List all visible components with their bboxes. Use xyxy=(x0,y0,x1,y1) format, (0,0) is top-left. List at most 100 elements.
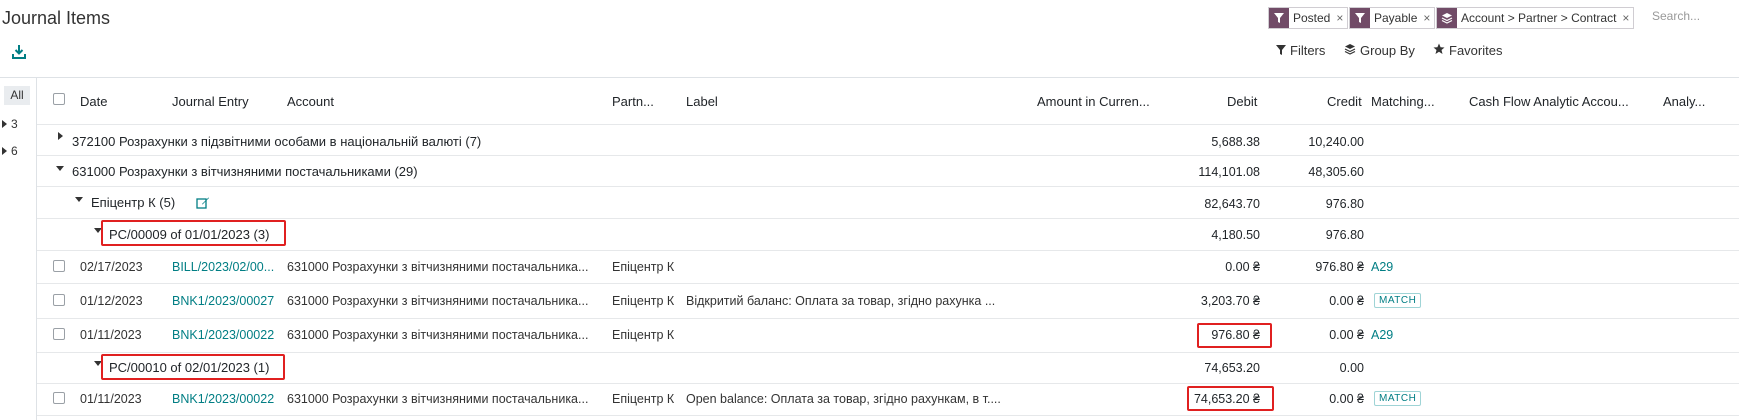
column-header-date[interactable]: Date xyxy=(80,94,107,109)
row-journal-entry-link[interactable]: BNK1/2023/00022 xyxy=(172,392,274,406)
group-by-label: Group By xyxy=(1360,43,1415,58)
header-divider xyxy=(0,77,1739,78)
row-checkbox[interactable] xyxy=(53,260,65,272)
row-account: 631000 Розрахунки з вітчизняними постача… xyxy=(287,260,589,274)
sidebar-panel: All 3 6 xyxy=(0,78,37,420)
row-divider xyxy=(37,352,1739,353)
group-row-label[interactable]: PC/00009 of 01/01/2023 (3) xyxy=(109,227,269,242)
row-partner: Епіцентр К xyxy=(612,328,675,342)
star-icon xyxy=(1433,43,1445,58)
sidebar-item-label: 6 xyxy=(11,144,18,158)
group-row-label[interactable]: PC/00010 of 02/01/2023 (1) xyxy=(109,360,269,375)
edit-icon[interactable] xyxy=(196,196,210,213)
caret-down-icon[interactable] xyxy=(56,166,64,171)
caret-right-icon[interactable] xyxy=(58,132,63,140)
row-account: 631000 Розрахунки з вітчизняними постача… xyxy=(287,294,589,308)
filters-button[interactable]: Filters xyxy=(1276,43,1325,58)
row-debit: 3,203.70 ₴ xyxy=(1200,294,1260,308)
caret-right-icon xyxy=(2,120,7,128)
row-partner: Епіцентр К xyxy=(612,392,675,406)
remove-facet-button[interactable]: × xyxy=(1334,8,1347,28)
row-partner: Епіцентр К xyxy=(612,294,675,308)
facet-label: Account > Partner > Contract xyxy=(1461,11,1617,25)
match-button[interactable]: MATCH xyxy=(1374,293,1422,308)
row-journal-entry-link[interactable]: BNK1/2023/00027 xyxy=(172,294,274,308)
group-credit: 976.80 xyxy=(1325,228,1364,242)
row-divider xyxy=(37,318,1739,319)
column-header-amount-currency[interactable]: Amount in Curren... xyxy=(1037,94,1150,109)
row-divider xyxy=(37,383,1739,384)
row-date: 01/11/2023 xyxy=(80,392,142,406)
group-debit: 4,180.50 xyxy=(1211,228,1260,242)
row-journal-entry-link[interactable]: BILL/2023/02/00... xyxy=(172,260,274,274)
row-credit: 0.00 ₴ xyxy=(1329,328,1364,342)
row-account: 631000 Розрахунки з вітчизняними постача… xyxy=(287,392,589,406)
sidebar-item-6[interactable]: 6 xyxy=(2,144,18,158)
facet-posted: Posted × xyxy=(1268,7,1349,29)
group-debit: 5,688.38 xyxy=(1211,135,1260,149)
facet-groupby: Account > Partner > Contract × xyxy=(1436,7,1635,29)
group-debit: 82,643.70 xyxy=(1204,197,1260,211)
caret-down-icon[interactable] xyxy=(75,197,83,202)
filters-label: Filters xyxy=(1290,43,1326,58)
facet-label: Payable xyxy=(1374,11,1418,25)
column-header-matching[interactable]: Matching... xyxy=(1371,94,1435,109)
facet-label: Posted xyxy=(1293,11,1331,25)
row-debit: 74,653.20 ₴ xyxy=(1193,392,1260,406)
filter-icon xyxy=(1269,8,1289,28)
row-debit: 0.00 ₴ xyxy=(1225,260,1260,274)
sidebar-item-3[interactable]: 3 xyxy=(2,117,18,131)
group-by-icon xyxy=(1344,43,1356,58)
row-checkbox[interactable] xyxy=(53,294,65,306)
select-all-checkbox[interactable] xyxy=(53,93,65,105)
column-header-analytic[interactable]: Analy... xyxy=(1663,94,1705,109)
row-checkbox[interactable] xyxy=(53,392,65,404)
column-header-cash-flow[interactable]: Cash Flow Analytic Accou... xyxy=(1469,94,1629,109)
column-header-label[interactable]: Label xyxy=(686,94,718,109)
column-header-journal-entry[interactable]: Journal Entry xyxy=(172,94,249,109)
group-debit: 74,653.20 xyxy=(1204,361,1260,375)
row-checkbox[interactable] xyxy=(53,328,65,340)
remove-facet-button[interactable]: × xyxy=(1620,8,1633,28)
match-button[interactable]: MATCH xyxy=(1374,391,1422,406)
row-matching-link[interactable]: A29 xyxy=(1371,260,1393,274)
group-row-label[interactable]: Епіцентр К (5) xyxy=(91,195,175,210)
row-journal-entry-link[interactable]: BNK1/2023/00022 xyxy=(172,328,274,342)
group-debit: 114,101.08 xyxy=(1198,165,1260,179)
row-account: 631000 Розрахунки з вітчизняними постача… xyxy=(287,328,589,342)
filter-icon xyxy=(1276,43,1286,58)
row-debit: 976.80 ₴ xyxy=(1211,328,1260,342)
row-date: 01/12/2023 xyxy=(80,294,143,308)
sidebar-item-all[interactable]: All xyxy=(4,86,30,105)
row-divider xyxy=(37,415,1739,416)
caret-right-icon xyxy=(2,147,7,155)
row-label: Відкритий баланс: Оплата за товар, згідн… xyxy=(686,294,996,308)
row-divider xyxy=(37,186,1739,187)
filter-icon xyxy=(1350,8,1370,28)
group-by-icon xyxy=(1437,8,1457,28)
group-by-button[interactable]: Group By xyxy=(1344,43,1415,58)
row-divider xyxy=(37,283,1739,284)
row-divider xyxy=(37,124,1739,125)
column-header-credit[interactable]: Credit xyxy=(1327,94,1362,109)
column-header-debit[interactable]: Debit xyxy=(1227,94,1257,109)
row-divider xyxy=(37,250,1739,251)
group-credit: 976.80 xyxy=(1325,197,1364,211)
row-date: 01/11/2023 xyxy=(80,328,142,342)
row-divider xyxy=(37,155,1739,156)
column-header-account[interactable]: Account xyxy=(287,94,334,109)
group-row-label[interactable]: 631000 Розрахунки з вітчизняними постача… xyxy=(72,164,418,179)
search-input[interactable] xyxy=(1650,8,1735,24)
row-credit: 0.00 ₴ xyxy=(1329,294,1364,308)
column-header-partner[interactable]: Partn... xyxy=(612,94,654,109)
download-icon[interactable] xyxy=(12,44,26,60)
row-partner: Епіцентр К xyxy=(612,260,675,274)
group-credit: 0.00 xyxy=(1339,361,1364,375)
favorites-button[interactable]: Favorites xyxy=(1433,43,1502,58)
group-credit: 10,240.00 xyxy=(1308,135,1364,149)
facet-payable: Payable × xyxy=(1349,7,1436,29)
page-title: Journal Items xyxy=(2,8,111,28)
remove-facet-button[interactable]: × xyxy=(1421,8,1434,28)
row-matching-link[interactable]: A29 xyxy=(1371,328,1393,342)
group-row-label[interactable]: 372100 Розрахунки з підзвітними особами … xyxy=(72,134,481,149)
